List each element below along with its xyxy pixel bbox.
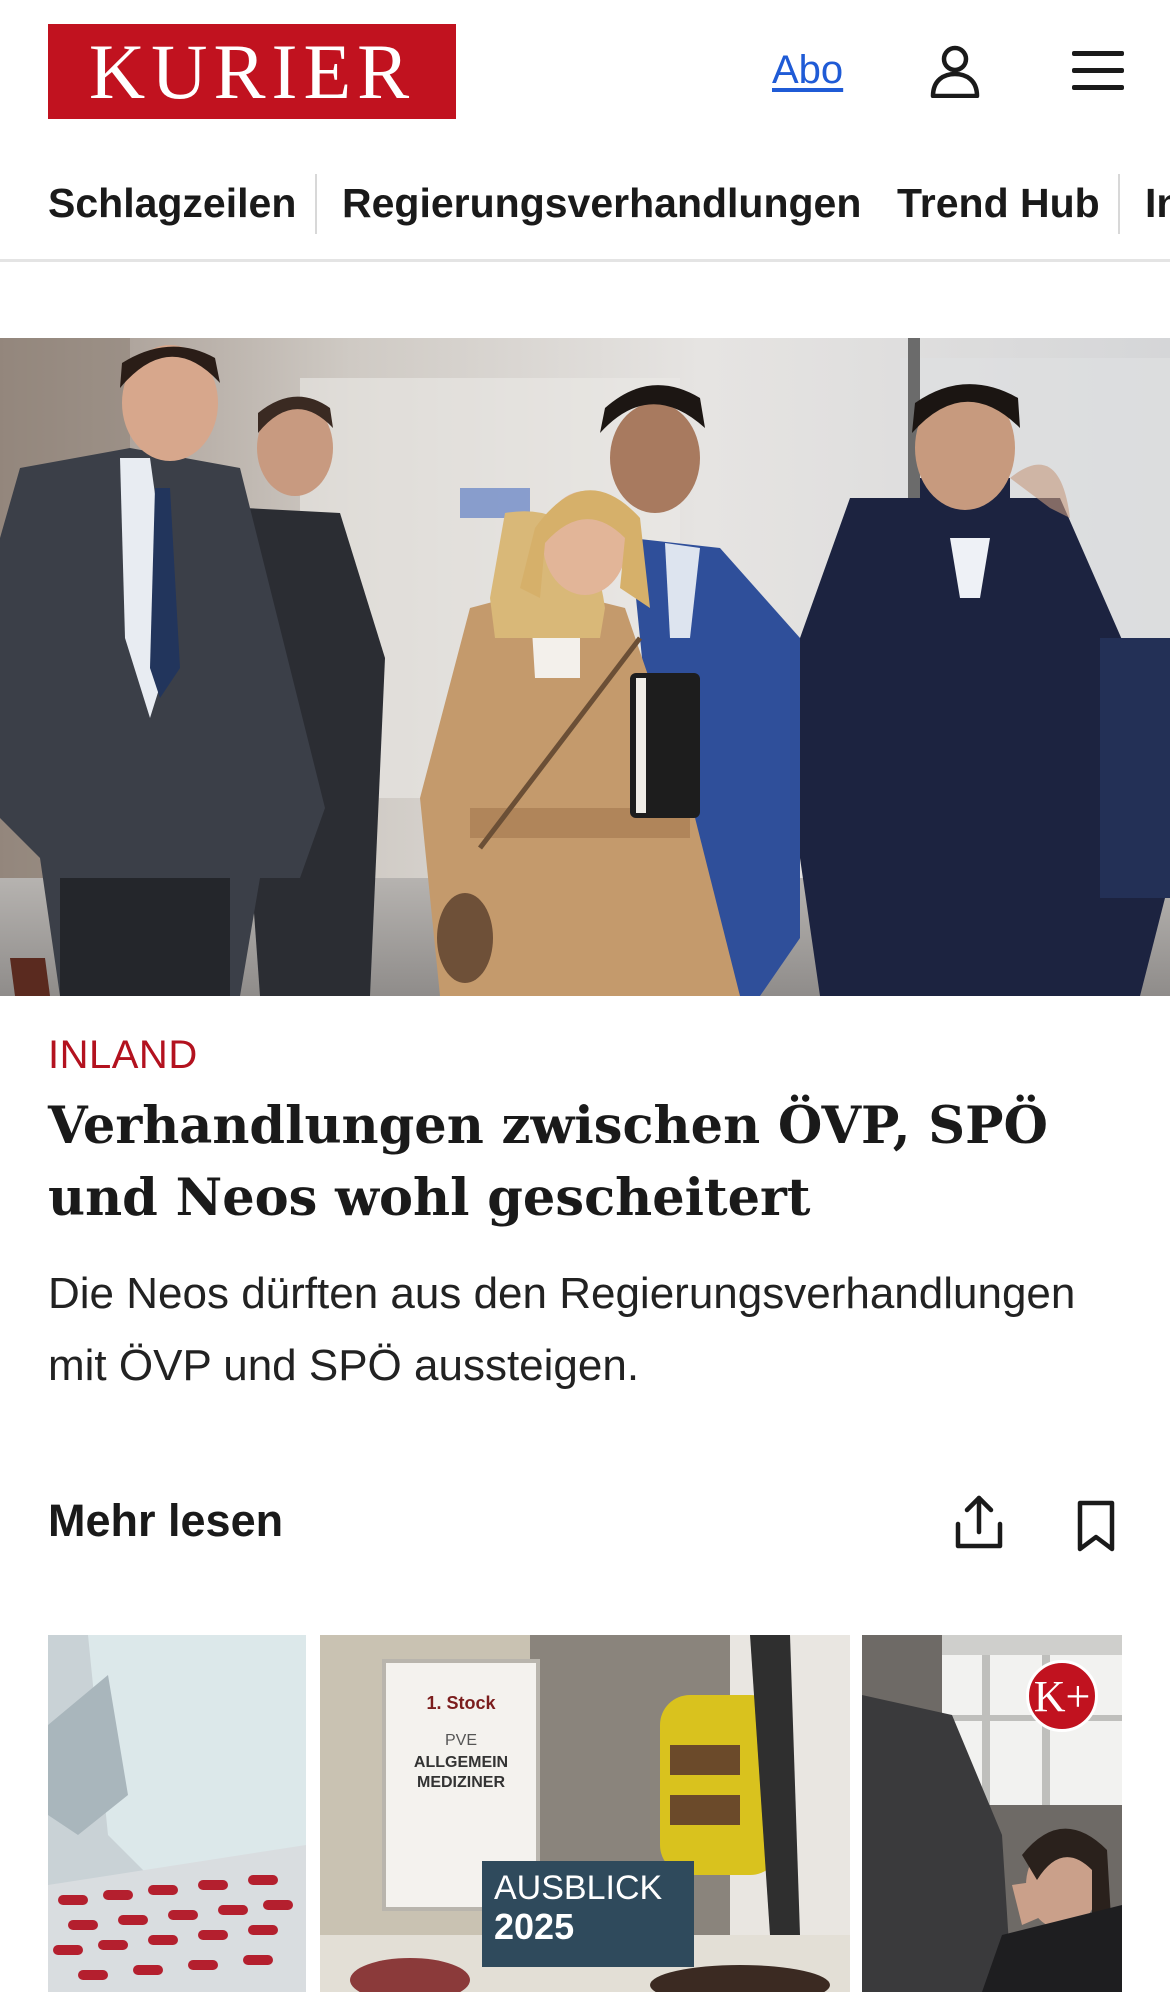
nav-item-schlagzeilen[interactable]: Schlagzeilen	[48, 180, 296, 227]
article-category[interactable]: INLAND	[48, 1033, 198, 1078]
hero-image[interactable]	[0, 338, 1170, 996]
nav-item-partial[interactable]: In	[1145, 180, 1170, 227]
site-header: KURIER Abo	[0, 0, 1170, 145]
article-teaser: Die Neos dürften aus den Regierungsverha…	[48, 1269, 1076, 1390]
nav-divider	[315, 174, 317, 234]
outlook-banner: AUSBLICK 2025	[482, 1861, 694, 1967]
kplus-badge-text: K+	[1033, 1671, 1091, 1721]
nav-divider	[1118, 174, 1120, 234]
share-icon[interactable]	[954, 1494, 1004, 1550]
clinic-sign-pve: PVE	[444, 1732, 477, 1749]
kurier-logo[interactable]: KURIER	[48, 24, 456, 119]
clinic-sign-line3: ALLGEMEIN	[413, 1754, 509, 1771]
logo-text: KURIER	[88, 27, 416, 115]
outlook-banner-year: 2025	[494, 1906, 575, 1947]
bookmark-icon[interactable]	[1076, 1500, 1116, 1552]
clinic-sign-floor: 1. Stock	[426, 1693, 496, 1713]
user-icon[interactable]	[928, 44, 982, 98]
nav-item-regierungsverhandlungen[interactable]: Regierungsverhandlungen	[342, 180, 861, 227]
nav-item-trend-hub[interactable]: Trend Hub	[897, 180, 1100, 227]
kplus-premium-badge: K+	[1026, 1660, 1098, 1732]
clinic-sign-line4: MEDIZINER	[417, 1774, 505, 1791]
thumbnail-outlook-2025[interactable]: 1. Stock PVE ALLGEMEIN MEDIZINER AUSBLIC…	[320, 1635, 850, 1992]
thumbnail-pharmacy-image[interactable]	[48, 1635, 306, 1992]
article-headline[interactable]: Verhandlungen zwischen ÖVP, SPÖ und Neos…	[48, 1090, 1128, 1234]
read-more-link[interactable]: Mehr lesen	[48, 1495, 283, 1547]
outlook-banner-title: AUSBLICK	[494, 1869, 663, 1907]
abo-link[interactable]: Abo	[772, 48, 843, 93]
hamburger-menu-icon[interactable]	[1072, 48, 1124, 94]
section-nav: Schlagzeilen Regierungsverhandlungen Tre…	[0, 162, 1170, 262]
